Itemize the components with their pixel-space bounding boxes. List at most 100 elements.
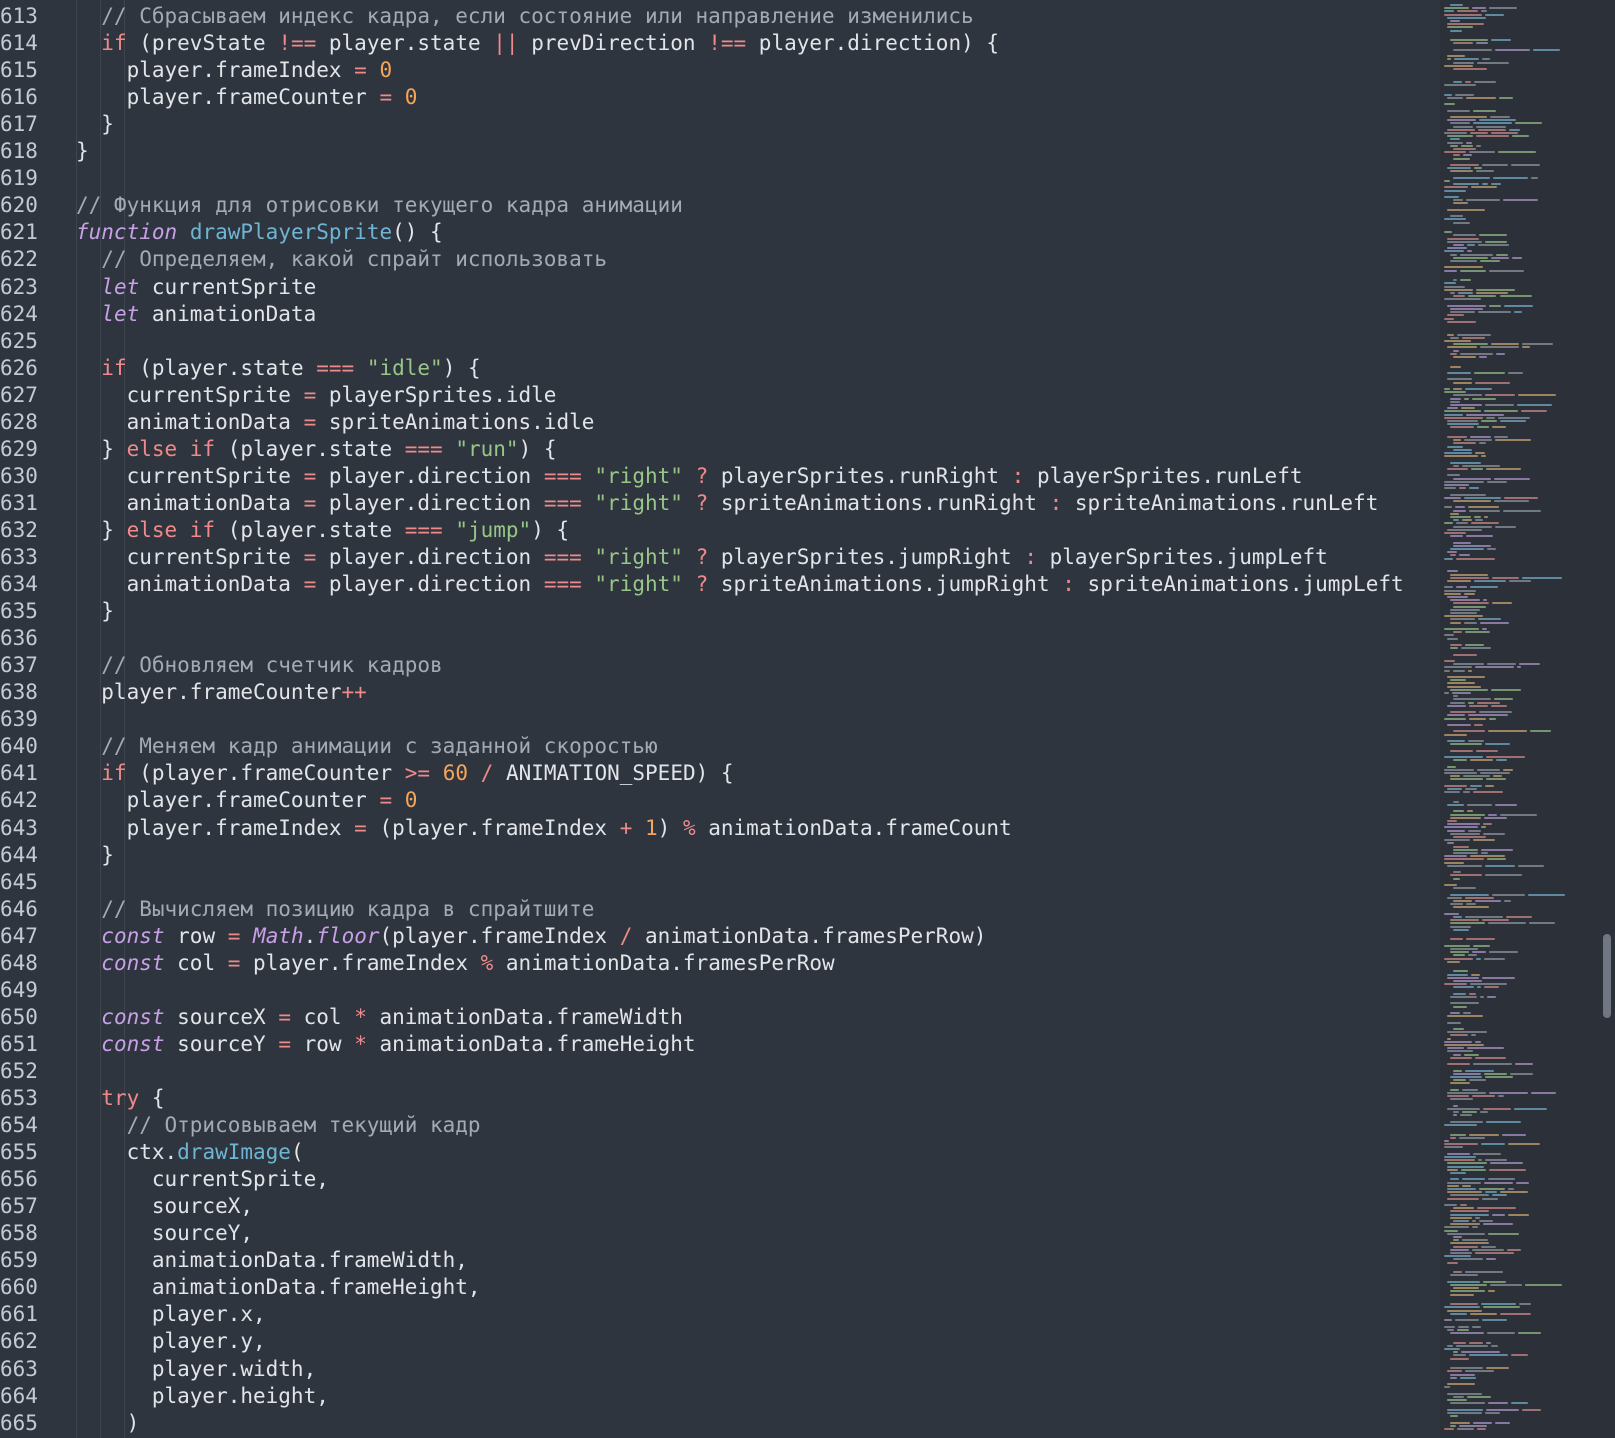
minimap-line — [1458, 1325, 1469, 1328]
minimap-line — [1447, 304, 1487, 307]
code-line[interactable]: 646 // Вычисляем позицию кадра в спрайтш… — [0, 896, 1440, 923]
code-line[interactable]: 630 currentSprite = player.direction ===… — [0, 463, 1440, 490]
code-line[interactable]: 662 player.y, — [0, 1328, 1440, 1355]
code-line[interactable]: 617 } — [0, 111, 1440, 138]
code-line[interactable]: 616 player.frameCounter = 0 — [0, 84, 1440, 111]
line-number: 656 — [0, 1167, 38, 1192]
code-line[interactable]: 615 player.frameIndex = 0 — [0, 57, 1440, 84]
code-line[interactable]: 647 const row = Math.floor(player.frameI… — [0, 923, 1440, 950]
minimap-line — [1447, 135, 1473, 138]
code-line[interactable]: 661 player.x, — [0, 1301, 1440, 1328]
minimap-line — [1495, 439, 1532, 442]
minimap-line — [1444, 480, 1484, 483]
code-line[interactable]: 664 player.height, — [0, 1383, 1440, 1410]
minimap-line — [1453, 525, 1492, 528]
code-line[interactable]: 622 // Определяем, какой спрайт использо… — [0, 246, 1440, 273]
vertical-scrollbar[interactable] — [1600, 0, 1615, 1438]
code-editor[interactable]: 613 // Сбрасываем индекс кадра, если сос… — [0, 0, 1440, 1438]
minimap-line — [1453, 1104, 1458, 1107]
code-line[interactable]: 627 currentSprite = playerSprites.idle — [0, 382, 1440, 409]
code-line[interactable]: 651 const sourceY = row * animationData.… — [0, 1031, 1440, 1058]
minimap-line — [1518, 1303, 1531, 1306]
code-line[interactable]: 655 ctx.drawImage( — [0, 1139, 1440, 1166]
code-line[interactable]: 614 if (prevState !== player.state || pr… — [0, 30, 1440, 57]
code-line[interactable]: 652 — [0, 1058, 1440, 1085]
code-line[interactable]: 633 currentSprite = player.direction ===… — [0, 544, 1440, 571]
code-line[interactable]: 618} — [0, 138, 1440, 165]
code-line[interactable]: 631 animationData = player.direction ===… — [0, 490, 1440, 517]
code-line[interactable]: 620 // Функция для отрисовки текущего кад… — [0, 192, 1440, 219]
code-line[interactable]: 632 } else if (player.state === "jump") … — [0, 517, 1440, 544]
code-text: // Функция для отрисовки текущего кадра … — [76, 192, 683, 219]
code-line[interactable]: 643 player.frameIndex = (player.frameInd… — [0, 815, 1440, 842]
code-line[interactable]: 634 animationData = player.direction ===… — [0, 571, 1440, 598]
code-line[interactable]: 619 — [0, 165, 1440, 192]
code-line[interactable]: 665 ) — [0, 1410, 1440, 1437]
minimap-line — [1475, 125, 1506, 128]
code-line[interactable]: 648 const col = player.frameIndex % anim… — [0, 950, 1440, 977]
minimap-line — [1471, 951, 1487, 954]
line-number: 633 — [0, 545, 38, 569]
minimap-line — [1444, 912, 1459, 915]
minimap-line — [1444, 855, 1467, 858]
minimap-line — [1487, 1402, 1508, 1405]
code-token: player.y, — [76, 1329, 266, 1354]
code-line[interactable]: 650 const sourceX = col * animationData.… — [0, 1004, 1440, 1031]
code-line[interactable]: 645 — [0, 869, 1440, 896]
minimap-line — [1468, 714, 1508, 717]
scrollbar-thumb[interactable] — [1603, 934, 1611, 1018]
minimap-line — [1447, 820, 1457, 822]
minimap-line — [1444, 186, 1469, 189]
code-line[interactable]: 660 animationData.frameHeight, — [0, 1274, 1440, 1301]
code-line[interactable]: 626 if (player.state === "idle") { — [0, 355, 1440, 382]
minimap[interactable] — [1440, 0, 1600, 1438]
code-line[interactable]: 635 } — [0, 598, 1440, 625]
code-line[interactable]: 621 function drawPlayerSprite() { — [0, 219, 1440, 246]
code-line[interactable]: 637 // Обновляем счетчик кадров — [0, 652, 1440, 679]
code-line[interactable]: 658 sourceY, — [0, 1220, 1440, 1247]
code-line[interactable]: 653 try { — [0, 1085, 1440, 1112]
code-line[interactable]: 663 player.width, — [0, 1356, 1440, 1383]
code-token: = — [354, 815, 367, 840]
code-text: } — [76, 598, 114, 625]
minimap-line — [1477, 128, 1507, 131]
code-line[interactable]: 613 // Сбрасываем индекс кадра, если сос… — [0, 3, 1440, 30]
code-line[interactable]: 657 sourceX, — [0, 1193, 1440, 1220]
minimap-line — [1444, 666, 1472, 669]
code-token: === — [404, 436, 443, 461]
code-text: if (prevState !== player.state || prevDi… — [76, 30, 999, 57]
code-line[interactable]: 628 animationData = spriteAnimations.idl… — [0, 409, 1440, 436]
code-line[interactable]: 649 — [0, 977, 1440, 1004]
code-line[interactable]: 659 animationData.frameWidth, — [0, 1247, 1440, 1274]
code-text: animationData = player.direction === "ri… — [76, 571, 1404, 598]
code-token: const — [101, 1031, 165, 1056]
code-token: playerSprites.jumpRight — [708, 545, 1025, 569]
line-number: 621 — [0, 220, 38, 245]
code-line[interactable]: 638 player.frameCounter++ — [0, 679, 1440, 706]
code-line[interactable]: 629 } else if (player.state === "run") { — [0, 436, 1440, 463]
minimap-line — [1528, 922, 1555, 925]
code-line[interactable]: 640 // Меняем кадр анимации с заданной с… — [0, 733, 1440, 760]
minimap-line — [1447, 346, 1478, 349]
code-line[interactable]: 644 } — [0, 842, 1440, 869]
minimap-line — [1478, 234, 1507, 237]
minimap-line — [1493, 477, 1530, 480]
code-line[interactable]: 623 let currentSprite — [0, 274, 1440, 301]
code-token: = — [354, 58, 367, 83]
minimap-line — [1444, 452, 1472, 454]
minimap-line — [1447, 1191, 1482, 1194]
minimap-line — [1476, 957, 1482, 960]
code-line[interactable]: 641 if (player.frameCounter >= 60 / ANIM… — [0, 760, 1440, 787]
code-line[interactable]: 656 currentSprite, — [0, 1166, 1440, 1193]
code-line[interactable]: 625 — [0, 328, 1440, 355]
code-line[interactable]: 636 — [0, 625, 1440, 652]
minimap-line — [1465, 896, 1495, 899]
code-line[interactable]: 639 — [0, 706, 1440, 733]
minimap-line — [1472, 1095, 1495, 1098]
code-line[interactable]: 624 let animationData — [0, 301, 1440, 328]
minimap-line — [1444, 93, 1452, 96]
code-line[interactable]: 654 // Отрисовываем текущий кадр — [0, 1112, 1440, 1139]
code-line[interactable]: 642 player.frameCounter = 0 — [0, 787, 1440, 814]
